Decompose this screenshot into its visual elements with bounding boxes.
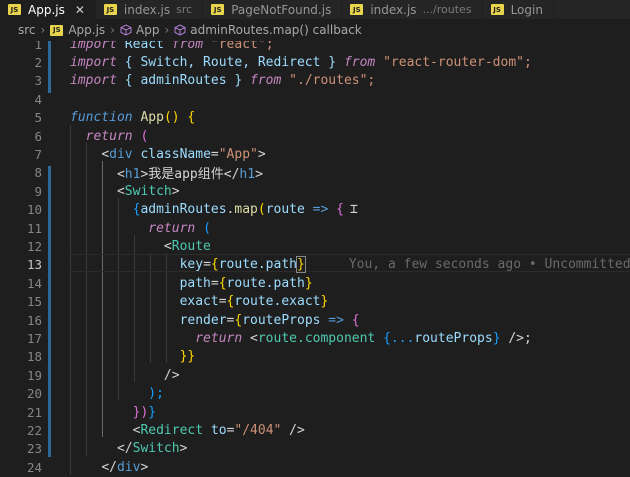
code-line: 20 );	[0, 385, 630, 403]
code-line: 18 }}	[0, 348, 630, 366]
code-line: 24 </div>	[0, 458, 630, 476]
javascript-file-icon: JS	[103, 4, 117, 15]
tab-label: App.js	[28, 2, 65, 17]
chevron-right-icon: ›	[164, 23, 170, 37]
line-number: 23	[26, 441, 42, 457]
code-line: 8 <h1>我是app组件</h1>	[0, 164, 630, 182]
tab-label: Login	[510, 2, 543, 17]
code-line: 16 render={routeProps => {	[0, 311, 630, 329]
close-icon[interactable]: ✕	[75, 3, 85, 17]
line-number: 11	[26, 220, 42, 236]
text-cursor-icon: ⌶	[349, 202, 358, 218]
breadcrumb-file[interactable]: App.js	[68, 23, 105, 37]
code-line: 4	[0, 90, 630, 108]
tab-label: PageNotFound.js	[231, 2, 332, 17]
code-line-current: 13 key={route.path} You, a few seconds ag…	[0, 256, 630, 274]
tab-app-js[interactable]: JS App.js ✕	[0, 0, 96, 19]
tab-login[interactable]: JS Login	[483, 0, 554, 19]
line-number: 8	[34, 165, 42, 181]
git-blame-annotation: You, a few seconds ago • Uncommitted cha	[348, 257, 630, 273]
breadcrumb-symbol-app[interactable]: App	[136, 23, 159, 37]
code-line: 22 <Redirect to="/404" />	[0, 421, 630, 439]
line-number: 19	[26, 367, 42, 383]
tab-description: .../routes	[422, 3, 472, 16]
line-number: 9	[34, 183, 42, 199]
code-line: 23 </Switch>	[0, 440, 630, 458]
tab-label: index.js	[370, 2, 417, 17]
code-line: 5 function App() {	[0, 109, 630, 127]
javascript-file-icon: JS	[8, 4, 21, 15]
line-number: 14	[26, 275, 42, 291]
line-number: 24	[26, 459, 42, 475]
line-number: 17	[26, 331, 42, 347]
code-line: 2 import { Switch, Route, Redirect } fro…	[0, 53, 630, 71]
code-line: 9 <Switch>	[0, 182, 630, 200]
code-line: 6 return (	[0, 127, 630, 145]
line-number: 15	[26, 294, 42, 310]
line-number: 22	[26, 423, 42, 439]
code-line: 12 <Route	[0, 237, 630, 255]
line-number: 10	[26, 202, 42, 218]
javascript-file-icon: JS	[50, 24, 64, 36]
breadcrumb-folder[interactable]: src	[18, 23, 36, 37]
line-number: 6	[34, 128, 42, 144]
breadcrumb-symbol-callback[interactable]: adminRoutes.map() callback	[190, 23, 361, 37]
line-number: 2	[34, 55, 42, 71]
code-line: 3 import { adminRoutes } from "./routes"…	[0, 72, 630, 90]
symbol-cube-icon	[120, 24, 132, 36]
line-number: 13	[26, 257, 42, 273]
tab-description: src	[176, 3, 193, 16]
line-number: 12	[26, 239, 42, 255]
code-line: 17 return <route.component {...routeProp…	[0, 329, 630, 347]
tab-index-js-src[interactable]: JS index.js src	[96, 0, 204, 19]
line-number: 18	[26, 349, 42, 365]
line-number: 7	[34, 147, 42, 163]
code-line: 21 })}	[0, 403, 630, 421]
line-number: 3	[34, 73, 42, 89]
code-line: 15 exact={route.exact}	[0, 293, 630, 311]
javascript-file-icon: JS	[490, 4, 504, 15]
code-line: 10 {adminRoutes.map(route => {⌶	[0, 201, 630, 219]
line-number: 21	[26, 404, 42, 420]
javascript-file-icon: JS	[211, 4, 225, 15]
breadcrumb: src › JS App.js › App › adminRoutes.map(…	[0, 19, 630, 41]
tab-bar: JS App.js ✕ JS index.js src JS PageNotFo…	[0, 0, 630, 19]
line-number: 4	[34, 91, 42, 107]
line-number: 5	[34, 110, 42, 126]
tab-index-js-routes[interactable]: JS index.js .../routes	[342, 0, 483, 19]
code-line: 7 <div className="App">	[0, 145, 630, 163]
line-number: 20	[26, 386, 42, 402]
tab-label: index.js	[123, 2, 171, 17]
chevron-right-icon: ›	[110, 23, 115, 37]
chevron-right-icon: ›	[40, 23, 46, 37]
code-line: 11 return (	[0, 219, 630, 237]
code-line: 1 import React from "react";	[0, 41, 630, 53]
code-line: 14 path={route.path}	[0, 274, 630, 292]
tab-pagenotfound-js[interactable]: JS PageNotFound.js	[203, 0, 343, 19]
code-editor[interactable]: 1 import React from "react"; 2 import { …	[0, 41, 630, 477]
line-number: 1	[34, 41, 42, 52]
code-line: 19 />	[0, 366, 630, 384]
symbol-cube-icon	[174, 24, 186, 36]
javascript-file-icon: JS	[350, 4, 364, 15]
line-number: 16	[26, 312, 42, 328]
